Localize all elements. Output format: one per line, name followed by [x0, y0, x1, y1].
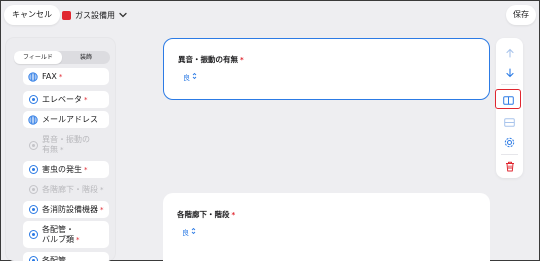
chevron-down-icon	[119, 11, 127, 20]
arrow-down-icon	[505, 63, 515, 82]
palette-item[interactable]: エレベータ *	[23, 91, 109, 108]
arrow-up-icon	[505, 43, 515, 62]
cancel-button[interactable]: キャンセル	[4, 5, 60, 25]
globe-icon	[28, 71, 38, 82]
palette-item-label: 各消防設備機器 *	[42, 204, 104, 214]
required-mark: *	[84, 165, 88, 174]
toolbar-divider	[501, 84, 518, 85]
palette-item-label: 害虫の発生 *	[42, 164, 88, 174]
palette-item-label: 各配管・ バルブ類 *	[42, 224, 80, 244]
form-color-swatch	[62, 10, 71, 20]
palette-item[interactable]: 各階廊下・階段 *	[23, 181, 109, 198]
radio-icon	[28, 95, 38, 105]
palette-item-label: 各配管	[42, 255, 66, 261]
palette-item[interactable]: 異音・振動の 有無 *	[23, 132, 109, 158]
field-card-value[interactable]: 良	[182, 227, 196, 238]
updown-chevron-icon	[192, 72, 197, 82]
field-card-title: 各階廊下・階段 *	[177, 210, 236, 219]
save-button[interactable]: 保存	[506, 5, 536, 25]
delete-button[interactable]	[496, 156, 523, 176]
palette-item[interactable]: 各消防設備機器 *	[23, 201, 109, 218]
settings-button[interactable]	[496, 132, 523, 152]
move-down-button[interactable]	[496, 62, 523, 82]
palette-item-label: 異音・振動の 有無 *	[42, 135, 90, 154]
radio-icon	[28, 140, 38, 150]
move-up-button[interactable]	[496, 42, 523, 62]
palette-item[interactable]: 各配管	[23, 252, 109, 261]
palette-item[interactable]: FAX *	[23, 68, 109, 85]
field-card-value[interactable]: 良	[183, 72, 197, 83]
required-mark: *	[58, 72, 63, 81]
palette-item[interactable]: 各配管・ バルブ類 *	[23, 221, 109, 248]
globe-icon	[28, 114, 38, 125]
radio-icon	[28, 256, 38, 261]
split-view-button[interactable]	[495, 89, 521, 109]
form-name: ガス設備用	[75, 10, 115, 20]
trash-icon	[505, 157, 515, 176]
palette-item-label: メールアドレス	[42, 114, 98, 124]
top-bar: キャンセル ガス設備用 保存	[0, 0, 540, 30]
palette-item-label: 各階廊下・階段 *	[42, 184, 104, 194]
settings-icon	[504, 133, 515, 152]
palette-item[interactable]: 害虫の発生 *	[23, 161, 109, 178]
radio-icon	[28, 205, 38, 215]
palette-item-label: エレベータ *	[42, 94, 88, 104]
radio-icon	[28, 230, 38, 240]
form-selector[interactable]: ガス設備用	[62, 6, 127, 24]
updown-chevron-icon	[191, 227, 196, 237]
tab-decoration[interactable]: 装飾	[62, 51, 110, 64]
palette-tabs: フィールド 装飾	[14, 51, 110, 64]
split-view-icon	[502, 90, 514, 109]
field-toolbar	[495, 38, 523, 178]
palette-item[interactable]: メールアドレス	[23, 111, 109, 128]
palette-item-label: FAX *	[42, 71, 63, 81]
radio-icon	[28, 165, 38, 175]
field-card-selected[interactable]: 異音・振動の有無 * 良	[163, 38, 490, 100]
tab-fields[interactable]: フィールド	[14, 51, 62, 64]
required-mark: *	[100, 205, 104, 214]
radio-icon	[28, 185, 38, 195]
field-card-title: 異音・振動の有無 *	[178, 55, 244, 64]
layout-button[interactable]	[496, 111, 523, 131]
toolbar-divider	[501, 154, 518, 155]
required-mark: *	[100, 185, 104, 194]
required-mark: *	[76, 235, 80, 244]
field-card[interactable]: 各階廊下・階段 * 良	[163, 193, 490, 261]
required-mark: *	[60, 146, 64, 154]
layout-icon	[504, 112, 515, 131]
field-palette: フィールド 装飾 FAX * エレベータ * メールアドレス異音・振動の 有無 * 害虫の発生…	[6, 38, 115, 261]
required-mark: *	[84, 95, 88, 104]
